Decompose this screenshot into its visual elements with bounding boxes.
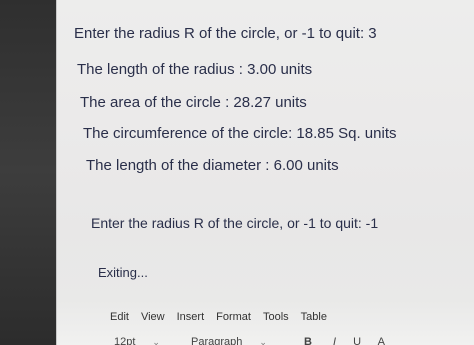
block-format-select[interactable]: Paragraph ⌄ (191, 336, 281, 345)
text-color-button[interactable]: A (378, 336, 385, 345)
font-size-select[interactable]: 12pt ⌄ (114, 336, 174, 345)
menu-table[interactable]: Table (301, 311, 327, 323)
underline-button[interactable]: U (353, 336, 361, 345)
circumference-output: The circumference of the circle: 18.85 S… (83, 125, 397, 142)
chevron-down-icon: ⌄ (259, 337, 267, 345)
menu-insert[interactable]: Insert (177, 311, 205, 323)
bold-button[interactable]: B (304, 336, 312, 345)
menu-format[interactable]: Format (216, 311, 251, 323)
menu-edit[interactable]: Edit (110, 311, 129, 323)
chevron-down-icon: ⌄ (152, 337, 160, 345)
radius-output: The length of the radius : 3.00 units (77, 61, 313, 78)
menu-view[interactable]: View (141, 311, 165, 323)
block-format-value: Paragraph (191, 336, 243, 345)
prompt-line-1: Enter the radius R of the circle, or -1 … (74, 25, 377, 42)
diameter-output: The length of the diameter : 6.00 units (86, 157, 339, 174)
exit-message: Exiting... (98, 265, 148, 280)
monitor-bezel (0, 0, 60, 345)
menu-tools[interactable]: Tools (263, 311, 289, 323)
italic-button[interactable]: I (333, 336, 336, 345)
area-output: The area of the circle : 28.27 units (80, 94, 307, 111)
prompt-line-2: Enter the radius R of the circle, or -1 … (91, 215, 379, 231)
photo-of-screen: Enter the radius R of the circle, or -1 … (0, 0, 474, 345)
editor-toolbar: 12pt ⌄ Paragraph ⌄ B I U A (114, 336, 399, 345)
editor-menubar: Edit View Insert Format Tools Table (110, 311, 327, 323)
font-size-value: 12pt (114, 336, 136, 345)
